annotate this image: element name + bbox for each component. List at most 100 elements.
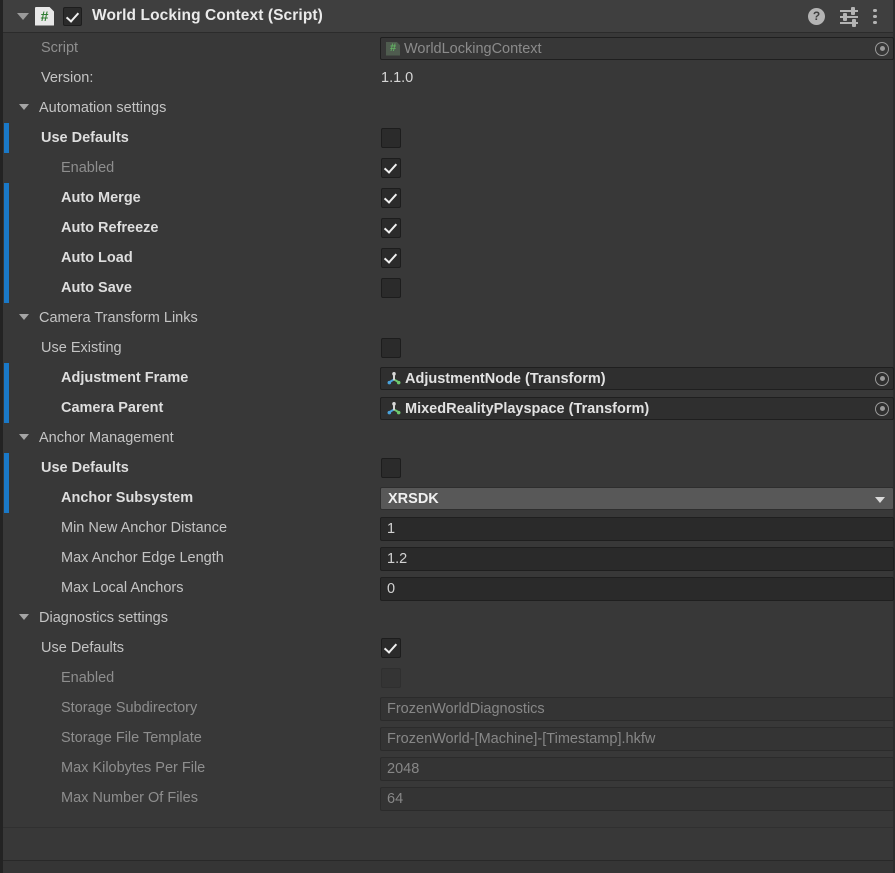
- chevron-down-icon[interactable]: [19, 104, 29, 110]
- adjustment-frame-object-field[interactable]: AdjustmentNode (Transform): [380, 367, 894, 390]
- max-local-anchors-input[interactable]: 0: [380, 577, 894, 601]
- camera-parent-object-field[interactable]: MixedRealityPlayspace (Transform): [380, 397, 894, 420]
- preset-sliders-icon[interactable]: [840, 8, 858, 24]
- enabled-checkbox[interactable]: [381, 158, 401, 178]
- row-auto-load: Auto Load: [3, 243, 893, 273]
- chevron-down-icon[interactable]: [875, 497, 885, 503]
- use-defaults-label: Use Defaults: [41, 460, 129, 476]
- section-title: Camera Transform Links: [39, 310, 198, 326]
- version-label: Version:: [41, 70, 93, 86]
- chevron-down-icon[interactable]: [19, 614, 29, 620]
- row-auto-merge: Auto Merge: [3, 183, 893, 213]
- max-anchor-edge-length-input[interactable]: 1.2: [380, 547, 894, 571]
- header-actions: ?: [808, 8, 877, 25]
- transform-icon: [386, 371, 402, 386]
- object-picker-icon[interactable]: [875, 372, 889, 386]
- component-enabled-checkbox[interactable]: [63, 7, 82, 26]
- row-auto-save: Auto Save: [3, 273, 893, 303]
- prefab-override-indicator: [4, 183, 9, 213]
- storage-file-template-label: Storage File Template: [61, 730, 202, 746]
- component-title: World Locking Context (Script): [92, 7, 323, 25]
- row-enabled: Enabled: [3, 663, 893, 693]
- section-header-anchor-management[interactable]: Anchor Management: [3, 423, 893, 453]
- script-object-field[interactable]: #WorldLockingContext: [380, 37, 894, 60]
- auto-refreeze-label: Auto Refreeze: [61, 220, 159, 236]
- min-new-anchor-distance-input[interactable]: 1: [380, 517, 894, 541]
- object-picker-icon[interactable]: [875, 42, 889, 56]
- auto-merge-checkbox[interactable]: [381, 188, 401, 208]
- inspector-panel: # World Locking Context (Script) ? Scrip…: [0, 0, 895, 873]
- max-number-of-files-input[interactable]: 64: [380, 787, 894, 811]
- kebab-menu-icon[interactable]: [873, 8, 877, 25]
- row-storage-subdirectory: Storage Subdirectory FrozenWorldDiagnosti…: [3, 693, 893, 723]
- row-max-anchor-edge-length: Max Anchor Edge Length 1.2: [3, 543, 893, 573]
- enabled-checkbox[interactable]: [381, 668, 401, 688]
- use-existing-checkbox[interactable]: [381, 338, 401, 358]
- row-storage-file-template: Storage File Template FrozenWorld-[Machin…: [3, 723, 893, 753]
- auto-refreeze-checkbox[interactable]: [381, 218, 401, 238]
- adjustment-frame-value: AdjustmentNode (Transform): [405, 371, 606, 387]
- transform-icon: [386, 401, 402, 416]
- section-title: Automation settings: [39, 100, 166, 116]
- panel-footer: [3, 860, 893, 873]
- max-anchor-edge-length-label: Max Anchor Edge Length: [61, 550, 224, 566]
- max-number-of-files-value: 64: [387, 791, 403, 807]
- camera-parent-label: Camera Parent: [61, 400, 163, 416]
- storage-file-template-value: FrozenWorld-[Machine]-[Timestamp].hkfw: [387, 731, 655, 747]
- auto-merge-label: Auto Merge: [61, 190, 141, 206]
- storage-subdirectory-value: FrozenWorldDiagnostics: [387, 701, 545, 717]
- row-use-existing: Use Existing: [3, 333, 893, 363]
- component-header[interactable]: # World Locking Context (Script) ?: [3, 0, 893, 33]
- row-anchor-subsystem: Anchor Subsystem XRSDK: [3, 483, 893, 513]
- script-object-value: WorldLockingContext: [404, 41, 542, 57]
- min-new-anchor-distance-label: Min New Anchor Distance: [61, 520, 227, 536]
- version-value: 1.1.0: [381, 70, 413, 86]
- row-min-new-anchor-distance: Min New Anchor Distance 1: [3, 513, 893, 543]
- row-use-defaults: Use Defaults: [3, 453, 893, 483]
- min-new-anchor-distance-value: 1: [387, 521, 395, 537]
- row-max-number-of-files: Max Number Of Files 64: [3, 783, 893, 813]
- camera-parent-value: MixedRealityPlayspace (Transform): [405, 401, 649, 417]
- anchor-subsystem-value: XRSDK: [388, 491, 439, 507]
- prefab-override-indicator: [4, 123, 9, 153]
- enabled-label: Enabled: [61, 670, 114, 686]
- section-header-camera-transform-links[interactable]: Camera Transform Links: [3, 303, 893, 333]
- max-kilobytes-per-file-label: Max Kilobytes Per File: [61, 760, 205, 776]
- max-kilobytes-per-file-input[interactable]: 2048: [380, 757, 894, 781]
- use-defaults-checkbox[interactable]: [381, 458, 401, 478]
- row-adjustment-frame: Adjustment Frame AdjustmentNode (Transfor…: [3, 363, 893, 393]
- max-number-of-files-label: Max Number Of Files: [61, 790, 198, 806]
- enabled-label: Enabled: [61, 160, 114, 176]
- csharp-script-icon: #: [35, 7, 54, 26]
- storage-subdirectory-input[interactable]: FrozenWorldDiagnostics: [380, 697, 894, 721]
- help-icon[interactable]: ?: [808, 8, 825, 25]
- row-script: Script#WorldLockingContext: [3, 33, 893, 63]
- section-header-automation-settings[interactable]: Automation settings: [3, 93, 893, 123]
- chevron-down-icon[interactable]: [19, 314, 29, 320]
- chevron-down-icon[interactable]: [19, 434, 29, 440]
- anchor-subsystem-label: Anchor Subsystem: [61, 490, 193, 506]
- prefab-override-indicator: [4, 453, 9, 483]
- prefab-override-indicator: [4, 243, 9, 273]
- auto-load-checkbox[interactable]: [381, 248, 401, 268]
- row-enabled: Enabled: [3, 153, 893, 183]
- section-header-diagnostics-settings[interactable]: Diagnostics settings: [3, 603, 893, 633]
- storage-file-template-input[interactable]: FrozenWorld-[Machine]-[Timestamp].hkfw: [380, 727, 894, 751]
- adjustment-frame-label: Adjustment Frame: [61, 370, 188, 386]
- max-anchor-edge-length-value: 1.2: [387, 551, 407, 567]
- auto-load-label: Auto Load: [61, 250, 133, 266]
- auto-save-label: Auto Save: [61, 280, 132, 296]
- max-kilobytes-per-file-value: 2048: [387, 761, 419, 777]
- inspector-rows: Script#WorldLockingContext Version: 1.1.0 A…: [3, 33, 893, 813]
- anchor-subsystem-dropdown[interactable]: XRSDK: [380, 487, 894, 510]
- prefab-override-indicator: [4, 273, 9, 303]
- component-foldout-toggle[interactable]: [12, 13, 34, 20]
- object-picker-icon[interactable]: [875, 402, 889, 416]
- prefab-override-indicator: [4, 363, 9, 393]
- row-use-defaults: Use Defaults: [3, 123, 893, 153]
- use-existing-label: Use Existing: [41, 340, 122, 356]
- use-defaults-checkbox[interactable]: [381, 128, 401, 148]
- storage-subdirectory-label: Storage Subdirectory: [61, 700, 197, 716]
- use-defaults-checkbox[interactable]: [381, 638, 401, 658]
- auto-save-checkbox[interactable]: [381, 278, 401, 298]
